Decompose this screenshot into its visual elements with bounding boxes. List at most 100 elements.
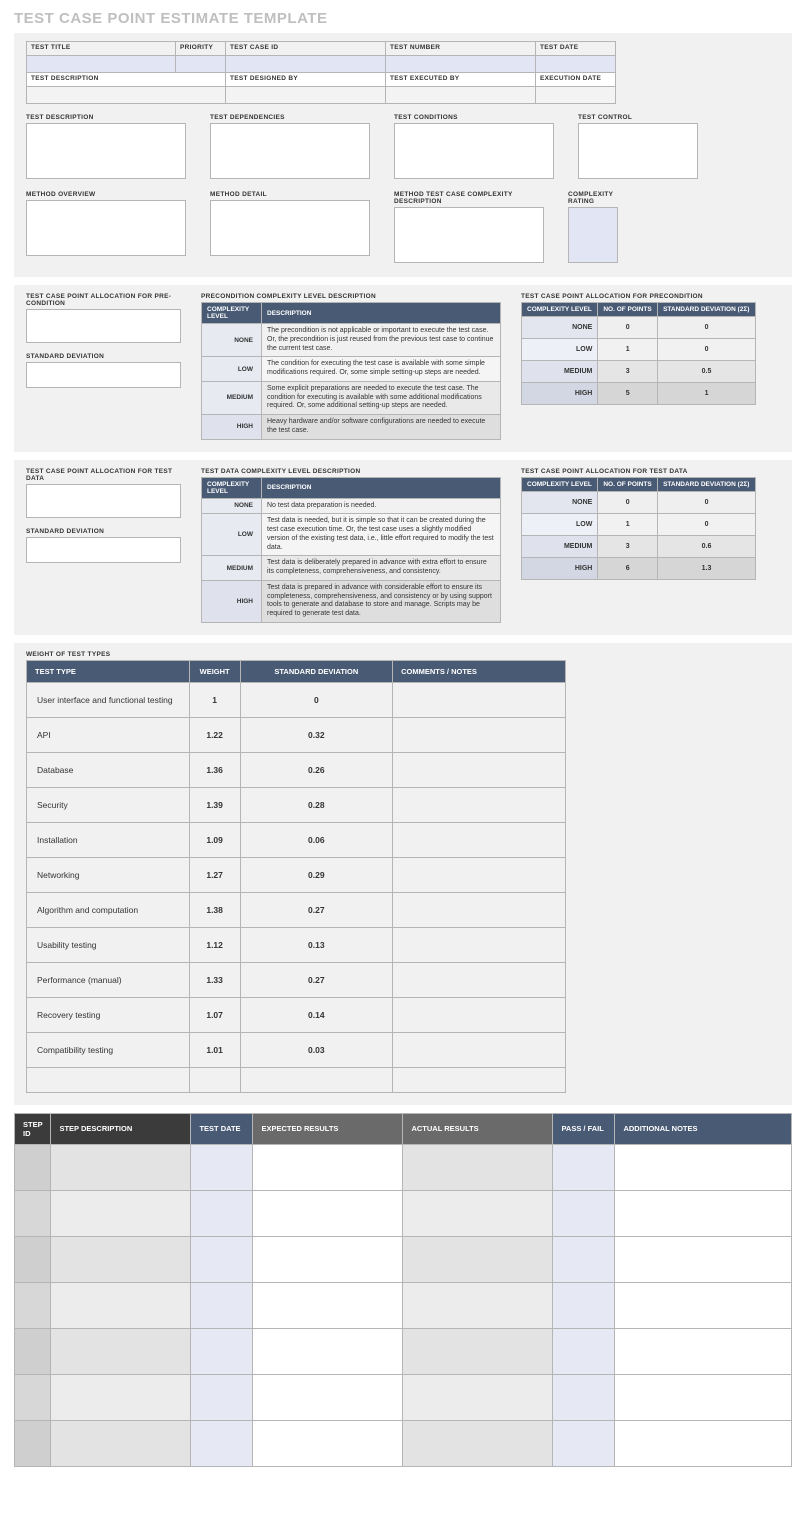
- cell-sd: 0.28: [240, 787, 393, 822]
- precondition-alloc-field[interactable]: [26, 309, 181, 343]
- step-passfail[interactable]: [553, 1420, 615, 1466]
- step-expected[interactable]: [253, 1420, 403, 1466]
- lbl-md: METHOD DETAIL: [210, 191, 370, 198]
- step-test-date[interactable]: [191, 1328, 253, 1374]
- cell-comments[interactable]: [393, 1032, 566, 1067]
- area-method-complexity-desc[interactable]: [394, 207, 544, 263]
- step-id[interactable]: [15, 1236, 51, 1282]
- cell-comments[interactable]: [393, 1067, 566, 1092]
- step-actual[interactable]: [403, 1144, 553, 1190]
- cell-comments[interactable]: [393, 927, 566, 962]
- page-title: TEST CASE POINT ESTIMATE TEMPLATE: [14, 10, 792, 27]
- step-desc[interactable]: [51, 1328, 191, 1374]
- cell-weight: 1.01: [189, 1032, 240, 1067]
- testdata-sd-title: STANDARD DEVIATION: [26, 528, 181, 535]
- step-actual[interactable]: [403, 1374, 553, 1420]
- steps-table: STEP ID STEP DESCRIPTION TEST DATE EXPEC…: [14, 1113, 792, 1467]
- cell-comments[interactable]: [393, 752, 566, 787]
- field-complexity-rating[interactable]: [568, 207, 618, 263]
- step-desc[interactable]: [51, 1236, 191, 1282]
- step-id[interactable]: [15, 1282, 51, 1328]
- lbl-deps: TEST DEPENDENCIES: [210, 114, 370, 121]
- field-designed-by[interactable]: [226, 87, 385, 103]
- step-notes[interactable]: [615, 1190, 792, 1236]
- precondition-sd-field[interactable]: [26, 362, 181, 388]
- step-actual[interactable]: [403, 1236, 553, 1282]
- cell-comments[interactable]: [393, 682, 566, 717]
- cell-type: Installation: [27, 822, 190, 857]
- step-test-date[interactable]: [191, 1236, 253, 1282]
- step-id[interactable]: [15, 1144, 51, 1190]
- step-expected[interactable]: [253, 1144, 403, 1190]
- step-test-date[interactable]: [191, 1144, 253, 1190]
- cell-weight: 1: [189, 682, 240, 717]
- step-desc[interactable]: [51, 1190, 191, 1236]
- step-test-date[interactable]: [191, 1374, 253, 1420]
- step-id[interactable]: [15, 1420, 51, 1466]
- step-notes[interactable]: [615, 1144, 792, 1190]
- step-actual[interactable]: [403, 1328, 553, 1374]
- step-test-date[interactable]: [191, 1282, 253, 1328]
- testdata-sd-field[interactable]: [26, 537, 181, 563]
- area-test-description[interactable]: [26, 123, 186, 179]
- table-row: [15, 1420, 792, 1466]
- cell-sd: 0.14: [240, 997, 393, 1032]
- step-notes[interactable]: [615, 1236, 792, 1282]
- field-test-title[interactable]: [27, 56, 175, 72]
- testdata-desc-title: TEST DATA COMPLEXITY LEVEL DESCRIPTION: [201, 468, 501, 475]
- step-desc[interactable]: [51, 1144, 191, 1190]
- field-test-date[interactable]: [536, 56, 615, 72]
- area-test-dependencies[interactable]: [210, 123, 370, 179]
- cell-comments[interactable]: [393, 997, 566, 1032]
- step-expected[interactable]: [253, 1374, 403, 1420]
- lbl-cond: TEST CONDITIONS: [394, 114, 554, 121]
- step-actual[interactable]: [403, 1190, 553, 1236]
- cell-comments[interactable]: [393, 717, 566, 752]
- cell-comments[interactable]: [393, 962, 566, 997]
- step-passfail[interactable]: [553, 1144, 615, 1190]
- step-desc[interactable]: [51, 1374, 191, 1420]
- step-passfail[interactable]: [553, 1328, 615, 1374]
- lbl-ctrl: TEST CONTROL: [578, 114, 698, 121]
- step-actual[interactable]: [403, 1420, 553, 1466]
- table-row: [15, 1282, 792, 1328]
- step-passfail[interactable]: [553, 1236, 615, 1282]
- step-expected[interactable]: [253, 1282, 403, 1328]
- field-test-number[interactable]: [386, 56, 535, 72]
- cell-comments[interactable]: [393, 787, 566, 822]
- field-executed-by[interactable]: [386, 87, 535, 103]
- step-test-date[interactable]: [191, 1420, 253, 1466]
- area-test-conditions[interactable]: [394, 123, 554, 179]
- cell-weight: 1.07: [189, 997, 240, 1032]
- step-notes[interactable]: [615, 1374, 792, 1420]
- field-test-description[interactable]: [27, 87, 225, 103]
- step-expected[interactable]: [253, 1328, 403, 1374]
- step-passfail[interactable]: [553, 1374, 615, 1420]
- step-notes[interactable]: [615, 1328, 792, 1374]
- testdata-alloc-field[interactable]: [26, 484, 181, 518]
- step-desc[interactable]: [51, 1282, 191, 1328]
- step-notes[interactable]: [615, 1282, 792, 1328]
- cell-comments[interactable]: [393, 822, 566, 857]
- step-expected[interactable]: [253, 1190, 403, 1236]
- step-expected[interactable]: [253, 1236, 403, 1282]
- area-method-detail[interactable]: [210, 200, 370, 256]
- area-test-control[interactable]: [578, 123, 698, 179]
- step-test-date[interactable]: [191, 1190, 253, 1236]
- field-execution-date[interactable]: [536, 87, 615, 103]
- step-id[interactable]: [15, 1190, 51, 1236]
- step-passfail[interactable]: [553, 1190, 615, 1236]
- area-method-overview[interactable]: [26, 200, 186, 256]
- step-passfail[interactable]: [553, 1282, 615, 1328]
- step-desc[interactable]: [51, 1420, 191, 1466]
- field-test-case-id[interactable]: [226, 56, 385, 72]
- step-actual[interactable]: [403, 1282, 553, 1328]
- testdata-alloc-table-title: TEST CASE POINT ALLOCATION FOR TEST DATA: [521, 468, 756, 475]
- step-notes[interactable]: [615, 1420, 792, 1466]
- step-id[interactable]: [15, 1328, 51, 1374]
- cell-comments[interactable]: [393, 857, 566, 892]
- field-priority[interactable]: [176, 56, 225, 72]
- cell-comments[interactable]: [393, 892, 566, 927]
- testdata-alloc-table: COMPLEXITY LEVELNO. OF POINTSSTANDARD DE…: [521, 477, 756, 580]
- step-id[interactable]: [15, 1374, 51, 1420]
